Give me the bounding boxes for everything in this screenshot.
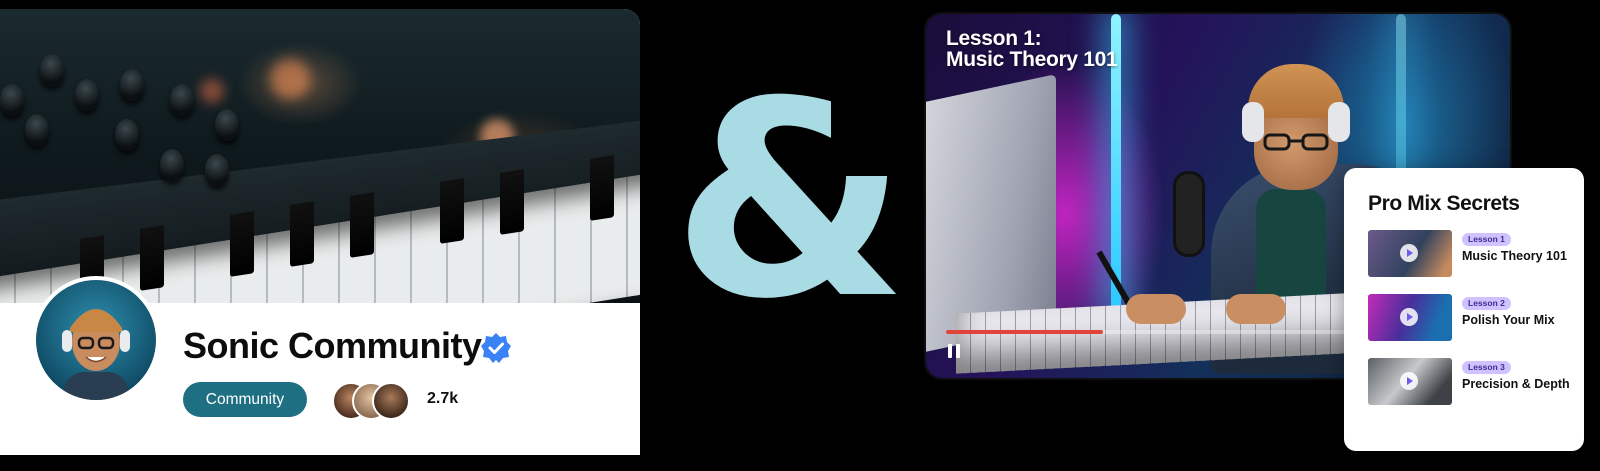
microphone-image	[1176, 174, 1202, 254]
progress-fill	[946, 330, 1103, 334]
video-title-line1: Lesson 1:	[946, 27, 1042, 50]
play-icon[interactable]	[1400, 308, 1418, 326]
play-icon[interactable]	[1400, 244, 1418, 262]
ampersand-connector: &	[672, 43, 908, 358]
community-tag-button[interactable]: Community	[183, 382, 307, 417]
lesson-thumbnail	[1368, 358, 1452, 405]
lesson-item[interactable]: Lesson 2 Polish Your Mix	[1368, 294, 1568, 342]
lesson-badge: Lesson 1	[1462, 233, 1511, 246]
lesson-badge: Lesson 3	[1462, 361, 1511, 374]
video-title: Lesson 1: Music Theory 101	[946, 27, 1118, 71]
lesson-item[interactable]: Lesson 3 Precision & Depth	[1368, 358, 1570, 406]
member-avatar	[372, 382, 410, 420]
lesson-name: Precision & Depth	[1462, 377, 1570, 391]
verified-badge-icon	[481, 333, 511, 363]
lesson-item[interactable]: Lesson 1 Music Theory 101	[1368, 230, 1568, 278]
lesson-badge: Lesson 2	[1462, 297, 1511, 310]
lesson-thumbnail	[1368, 230, 1452, 277]
avatar[interactable]	[32, 276, 160, 404]
lesson-name: Music Theory 101	[1462, 249, 1567, 263]
community-name: Sonic Community	[183, 325, 482, 366]
lesson-thumbnail	[1368, 294, 1452, 341]
member-count: 2.7k	[427, 390, 459, 407]
member-avatars[interactable]	[332, 382, 422, 420]
community-card: Sonic Community Community 2.7k	[0, 9, 640, 455]
pause-icon[interactable]	[948, 344, 962, 358]
play-icon[interactable]	[1400, 372, 1418, 390]
course-panel: Pro Mix Secrets Lesson 1 Music Theory 10…	[1344, 168, 1584, 451]
course-title: Pro Mix Secrets	[1368, 192, 1520, 215]
video-title-line2: Music Theory 101	[946, 48, 1118, 71]
lesson-name: Polish Your Mix	[1462, 313, 1555, 327]
cover-image	[0, 9, 640, 303]
